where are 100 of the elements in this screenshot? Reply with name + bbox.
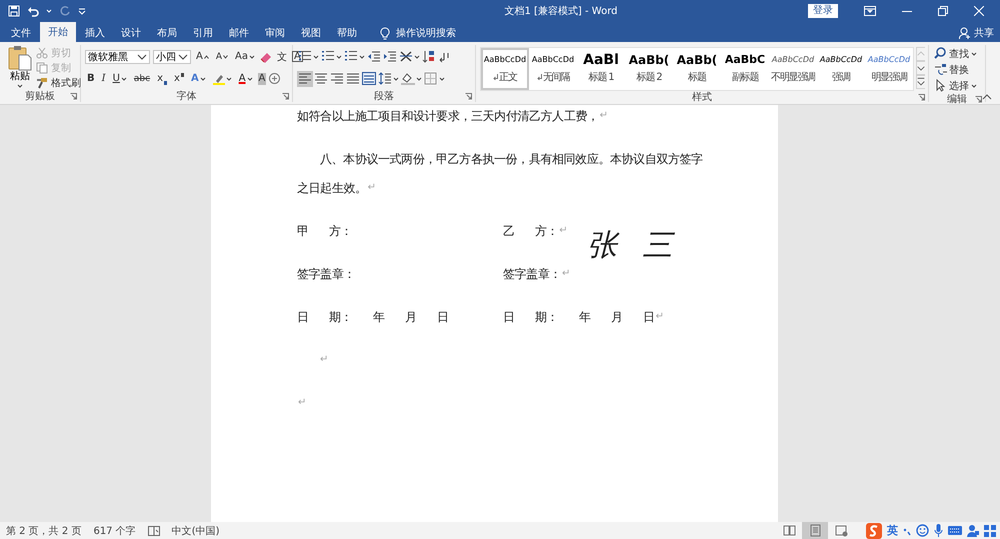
paragraph-mark: ↵ <box>562 267 570 281</box>
eraser-icon[interactable] <box>260 50 272 62</box>
ribbon-tab[interactable]: 布局 <box>150 24 184 42</box>
style-item[interactable]: AaBb( 标题 2 <box>625 48 673 90</box>
grow-font-button[interactable]: A <box>194 48 211 64</box>
redo-icon[interactable] <box>59 5 71 17</box>
ribbon-tab[interactable]: 邮件 <box>222 24 256 42</box>
print-layout-button[interactable] <box>802 522 828 539</box>
dialog-launcher-icon[interactable] <box>465 93 472 100</box>
enclose-character-icon[interactable] <box>269 73 280 84</box>
style-item[interactable]: AaBbCcDd 明显强调 <box>865 48 913 90</box>
dialog-launcher-icon[interactable] <box>282 93 289 100</box>
word-count[interactable]: 617 个字 <box>93 524 136 538</box>
down-caret-icon <box>223 54 228 58</box>
line-spacing-button[interactable] <box>377 70 400 86</box>
lightbulb-icon[interactable] <box>380 26 390 40</box>
shrink-font-button[interactable]: A <box>214 48 230 64</box>
collapse-ribbon-icon[interactable] <box>982 94 992 100</box>
style-item[interactable]: AaBbC 副标题 <box>721 48 769 90</box>
signature-label: 签字盖章： <box>297 266 356 283</box>
justify-button[interactable] <box>345 70 361 86</box>
undo-icon[interactable] <box>27 5 39 17</box>
keyboard-icon[interactable] <box>948 525 962 536</box>
bold-button[interactable]: B <box>85 70 97 86</box>
body-text: 如符合以上施工项目和设计要求，三天内付清乙方人工费， <box>297 108 599 125</box>
microphone-icon[interactable] <box>934 524 943 537</box>
dialog-launcher-icon[interactable] <box>70 93 77 100</box>
pointer-icon <box>934 79 947 92</box>
share-button[interactable]: 共享 <box>959 24 1000 42</box>
font-color-button[interactable]: A <box>236 70 255 86</box>
font-name-field[interactable]: 微软雅黑 <box>85 50 150 64</box>
caret-icon <box>246 76 253 82</box>
painter-button[interactable]: 格式刷 <box>36 76 81 90</box>
window-title: 文档1 [兼容模式] - Word <box>503 4 618 18</box>
ribbon-tab[interactable]: 插入 <box>78 24 112 42</box>
user-icon[interactable] <box>967 524 979 537</box>
group-label: 段落 <box>374 90 394 103</box>
caret-icon <box>178 52 188 60</box>
input-method-logo-icon[interactable] <box>866 522 882 538</box>
ribbon-display-icon[interactable] <box>864 6 876 16</box>
strikethrough-button[interactable]: abc <box>132 70 152 86</box>
phonetic-guide-button[interactable]: 文 <box>274 48 289 64</box>
signature-label: 甲 方： <box>297 223 352 240</box>
save-icon[interactable] <box>8 5 20 17</box>
find-button[interactable]: 查找 <box>934 46 985 61</box>
style-item[interactable]: AaBbCcDd 正文 <box>481 48 529 90</box>
style-item[interactable]: AaBbCcDd 强调 <box>817 48 865 90</box>
close-icon[interactable] <box>974 6 984 16</box>
customize-caret-icon[interactable] <box>78 7 86 15</box>
replace-button[interactable]: 替换 <box>934 62 985 77</box>
underline-button[interactable]: U <box>110 70 129 86</box>
ribbon-tab[interactable]: 设计 <box>114 24 148 42</box>
handwritten-signature: 张 三 <box>587 227 681 265</box>
clipboard-icon <box>8 45 32 71</box>
paragraph-mark: ↵ <box>368 181 376 195</box>
center-button[interactable] <box>313 70 329 86</box>
style-item[interactable]: AaBbCcDd 不明显强调 <box>769 48 817 90</box>
restore-icon[interactable] <box>938 6 948 16</box>
decrease-indent-button[interactable] <box>366 48 382 64</box>
style-item[interactable]: AaBbCcDd 无间隔 <box>529 48 577 90</box>
superscript-button[interactable]: x <box>172 70 186 86</box>
sign-in-button[interactable]: 登录 <box>808 4 838 18</box>
toolbox-icon[interactable] <box>984 524 996 536</box>
distributed-button[interactable] <box>361 70 377 86</box>
character-shading-button[interactable]: A <box>258 72 266 84</box>
change-case-button[interactable]: Aa <box>233 48 257 64</box>
text-layout-button[interactable] <box>398 48 421 64</box>
dialog-launcher-icon[interactable] <box>918 94 925 101</box>
language-status[interactable]: 中文(中国) <box>172 524 220 538</box>
distributed-icon <box>362 72 376 85</box>
style-item[interactable]: AaBl 标题 1 <box>577 48 625 90</box>
italic-button[interactable]: I <box>100 70 108 86</box>
dialog-launcher-icon[interactable] <box>975 96 982 103</box>
sort-button[interactable] <box>421 48 437 64</box>
scroll-down-icon[interactable] <box>915 61 925 75</box>
paste-button[interactable]: 粘贴 <box>8 45 32 90</box>
ribbon-tab[interactable]: 文件 <box>4 24 38 42</box>
font-size-field[interactable]: 小四 <box>153 50 191 64</box>
caret-icon[interactable] <box>46 8 52 14</box>
shading-button[interactable] <box>400 70 423 86</box>
ribbon-tab[interactable]: 视图 <box>294 24 328 42</box>
align-left-button[interactable] <box>297 70 313 86</box>
text-effects-button[interactable]: A <box>188 70 208 86</box>
ribbon-tab[interactable]: 开始 <box>40 22 76 42</box>
ribbon-tab[interactable]: 审阅 <box>258 24 292 42</box>
align-right-icon <box>330 72 344 85</box>
page-count[interactable]: 第 2 页，共 2 页 <box>6 524 82 538</box>
style-item[interactable]: AaBb( 标题 <box>673 48 721 90</box>
more-styles-icon[interactable] <box>915 75 925 89</box>
proofing-icon[interactable] <box>148 526 160 536</box>
increase-indent-button[interactable] <box>382 48 398 64</box>
tell-me-search[interactable]: 操作说明搜索 <box>396 26 456 40</box>
align-right-button[interactable] <box>329 70 345 86</box>
select-button[interactable]: 选择 <box>934 78 985 93</box>
emoji-icon[interactable] <box>916 524 929 537</box>
input-mode-toggle[interactable]: 英 <box>887 523 898 538</box>
scissors-icon <box>36 47 48 59</box>
ribbon-tab[interactable]: 帮助 <box>330 24 364 42</box>
subscript-button[interactable]: x <box>155 70 170 86</box>
ribbon-tab[interactable]: 引用 <box>186 24 220 42</box>
